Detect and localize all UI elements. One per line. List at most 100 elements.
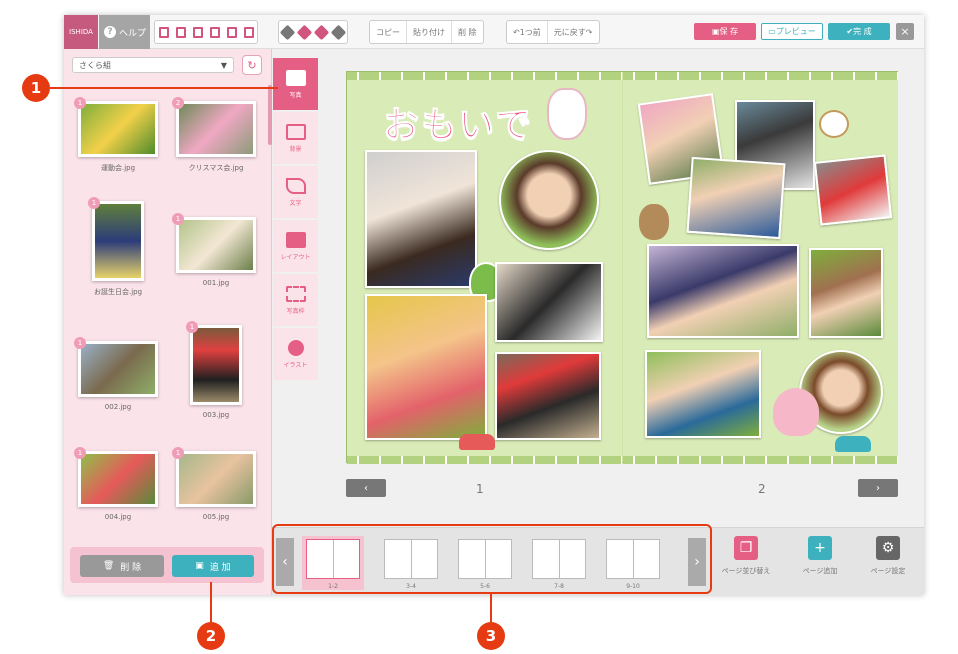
layer-tools: [278, 20, 348, 44]
callout-2: 2: [197, 622, 225, 650]
align-bottom-icon[interactable]: [240, 21, 257, 43]
usage-badge: 1: [172, 447, 184, 459]
tab-photo[interactable]: 写真: [273, 58, 318, 110]
car-illustration[interactable]: [835, 436, 871, 452]
photo-icon: [285, 69, 306, 86]
album-spread: おもいで: [346, 71, 898, 464]
tab-label: 写真枠: [286, 307, 305, 315]
undo-label: 1つ前: [519, 27, 541, 37]
preview-button[interactable]: ▭ プレビュー: [761, 23, 823, 40]
star-border-top: [347, 72, 622, 80]
photo-slot[interactable]: [495, 352, 601, 440]
page-settings-label: ページ設定: [870, 567, 906, 575]
photo-filename: 004.jpg: [104, 513, 132, 521]
photo-list-scrollbar[interactable]: [268, 85, 272, 145]
photo-filename: 運動会.jpg: [100, 164, 136, 172]
align-center-icon[interactable]: [172, 21, 189, 43]
done-label: 完 成: [853, 27, 872, 36]
photo-thumb[interactable]: 1 004.jpg: [74, 447, 162, 521]
usage-badge: 1: [186, 321, 198, 333]
page-settings-button[interactable]: ⚙ ページ設定: [858, 536, 918, 576]
align-left-icon[interactable]: [155, 21, 172, 43]
add-photo-button[interactable]: ▣ 追 加: [172, 555, 254, 577]
done-button[interactable]: ✔ 完 成: [828, 23, 890, 40]
send-backward-icon[interactable]: [313, 21, 330, 43]
align-top-icon[interactable]: [206, 21, 223, 43]
photo-filename: 005.jpg: [202, 513, 230, 521]
photo-slot[interactable]: [495, 262, 603, 342]
photo-thumb[interactable]: 1 運動会.jpg: [74, 97, 162, 173]
reorder-pages-label: ページ並び替え: [721, 567, 771, 575]
left-page[interactable]: おもいで: [347, 72, 622, 464]
dog-illustration[interactable]: [819, 110, 849, 138]
next-page-button[interactable]: ›: [858, 479, 898, 497]
save-icon: ▣: [711, 27, 720, 36]
photo-image: [176, 217, 256, 273]
add-page-button[interactable]: + ページ追加: [790, 536, 850, 576]
refresh-button[interactable]: ↻: [242, 55, 262, 75]
photo-thumb[interactable]: 2 クリスマス会.jpg: [172, 97, 260, 173]
left-page-number: 1: [476, 482, 484, 496]
redo-button[interactable]: 元に戻す ↷: [548, 21, 599, 43]
close-button[interactable]: ×: [896, 23, 914, 40]
photo-slot[interactable]: [809, 248, 883, 338]
photo-filename: お誕生日会.jpg: [93, 288, 143, 296]
chevron-left-icon: ‹: [364, 482, 368, 494]
chevron-down-icon: ▼: [220, 60, 227, 70]
delete-button[interactable]: 削 除: [452, 21, 483, 43]
right-page[interactable]: [623, 72, 898, 464]
align-middle-icon[interactable]: [223, 21, 240, 43]
background-icon: [285, 123, 306, 140]
photo-filename: 001.jpg: [202, 279, 230, 287]
photo-slot-circle[interactable]: [499, 150, 599, 250]
tab-frame[interactable]: 写真枠: [273, 274, 318, 326]
photo-panel: さくら組 ▼ ↻ 1 運動会.jpg 2 クリスマス会.jpg 1 お誕生日会.j…: [64, 49, 272, 595]
send-back-icon[interactable]: [330, 21, 347, 43]
add-image-icon: ▣: [195, 561, 204, 571]
tab-label: レイアウト: [280, 253, 311, 261]
photo-slot[interactable]: [365, 294, 487, 440]
owl-illustration[interactable]: [639, 204, 669, 240]
photo-thumb[interactable]: 1 003.jpg: [172, 321, 260, 419]
tree-illustration[interactable]: [773, 388, 819, 436]
car-illustration[interactable]: [459, 434, 495, 450]
photo-slot[interactable]: [365, 150, 477, 288]
photo-slot[interactable]: [686, 156, 786, 240]
prev-page-button[interactable]: ‹: [346, 479, 386, 497]
delete-photo-button[interactable]: 🗑 削 除: [80, 555, 164, 577]
photo-thumb[interactable]: 1 お誕生日会.jpg: [74, 197, 162, 297]
tab-label: 文字: [289, 199, 302, 207]
photo-thumb[interactable]: 1 001.jpg: [172, 213, 260, 287]
star-border-bottom: [623, 456, 898, 464]
help-button[interactable]: ? ヘルプ: [99, 15, 150, 49]
reorder-pages-button[interactable]: ❐ ページ並び替え: [716, 536, 776, 576]
copy-button[interactable]: コピー: [370, 21, 407, 43]
photo-thumb[interactable]: 1 002.jpg: [74, 337, 162, 411]
rabbit-illustration[interactable]: [547, 88, 587, 140]
star-border-bottom: [347, 456, 622, 464]
photo-slot[interactable]: [645, 350, 761, 438]
class-select[interactable]: さくら組 ▼: [72, 57, 234, 73]
tab-background[interactable]: 背景: [273, 112, 318, 164]
align-right-icon[interactable]: [189, 21, 206, 43]
paste-button[interactable]: 貼り付け: [407, 21, 452, 43]
photo-slot[interactable]: [813, 154, 893, 226]
tab-illustration[interactable]: イラスト: [273, 328, 318, 380]
photo-slot[interactable]: [647, 244, 799, 338]
tab-label: 写真: [289, 91, 302, 99]
tab-layout[interactable]: レイアウト: [273, 220, 318, 272]
album-title-text[interactable]: おもいで: [382, 96, 533, 148]
layout-icon: [285, 231, 306, 248]
logo-text: ISHIDA: [69, 28, 93, 36]
save-button[interactable]: ▣ 保 存: [694, 23, 756, 40]
question-icon: ?: [104, 26, 116, 38]
edit-tools: コピー 貼り付け 削 除: [369, 20, 484, 44]
tab-text[interactable]: 文字: [273, 166, 318, 218]
app-logo: ISHIDA: [64, 15, 98, 49]
bring-front-icon[interactable]: [279, 21, 296, 43]
copy-pages-icon: ❐: [734, 536, 758, 560]
photo-thumb[interactable]: 1 005.jpg: [172, 447, 260, 521]
undo-button[interactable]: ↶ 1つ前: [507, 21, 548, 43]
bring-forward-icon[interactable]: [296, 21, 313, 43]
history-tools: ↶ 1つ前 元に戻す ↷: [506, 20, 600, 44]
